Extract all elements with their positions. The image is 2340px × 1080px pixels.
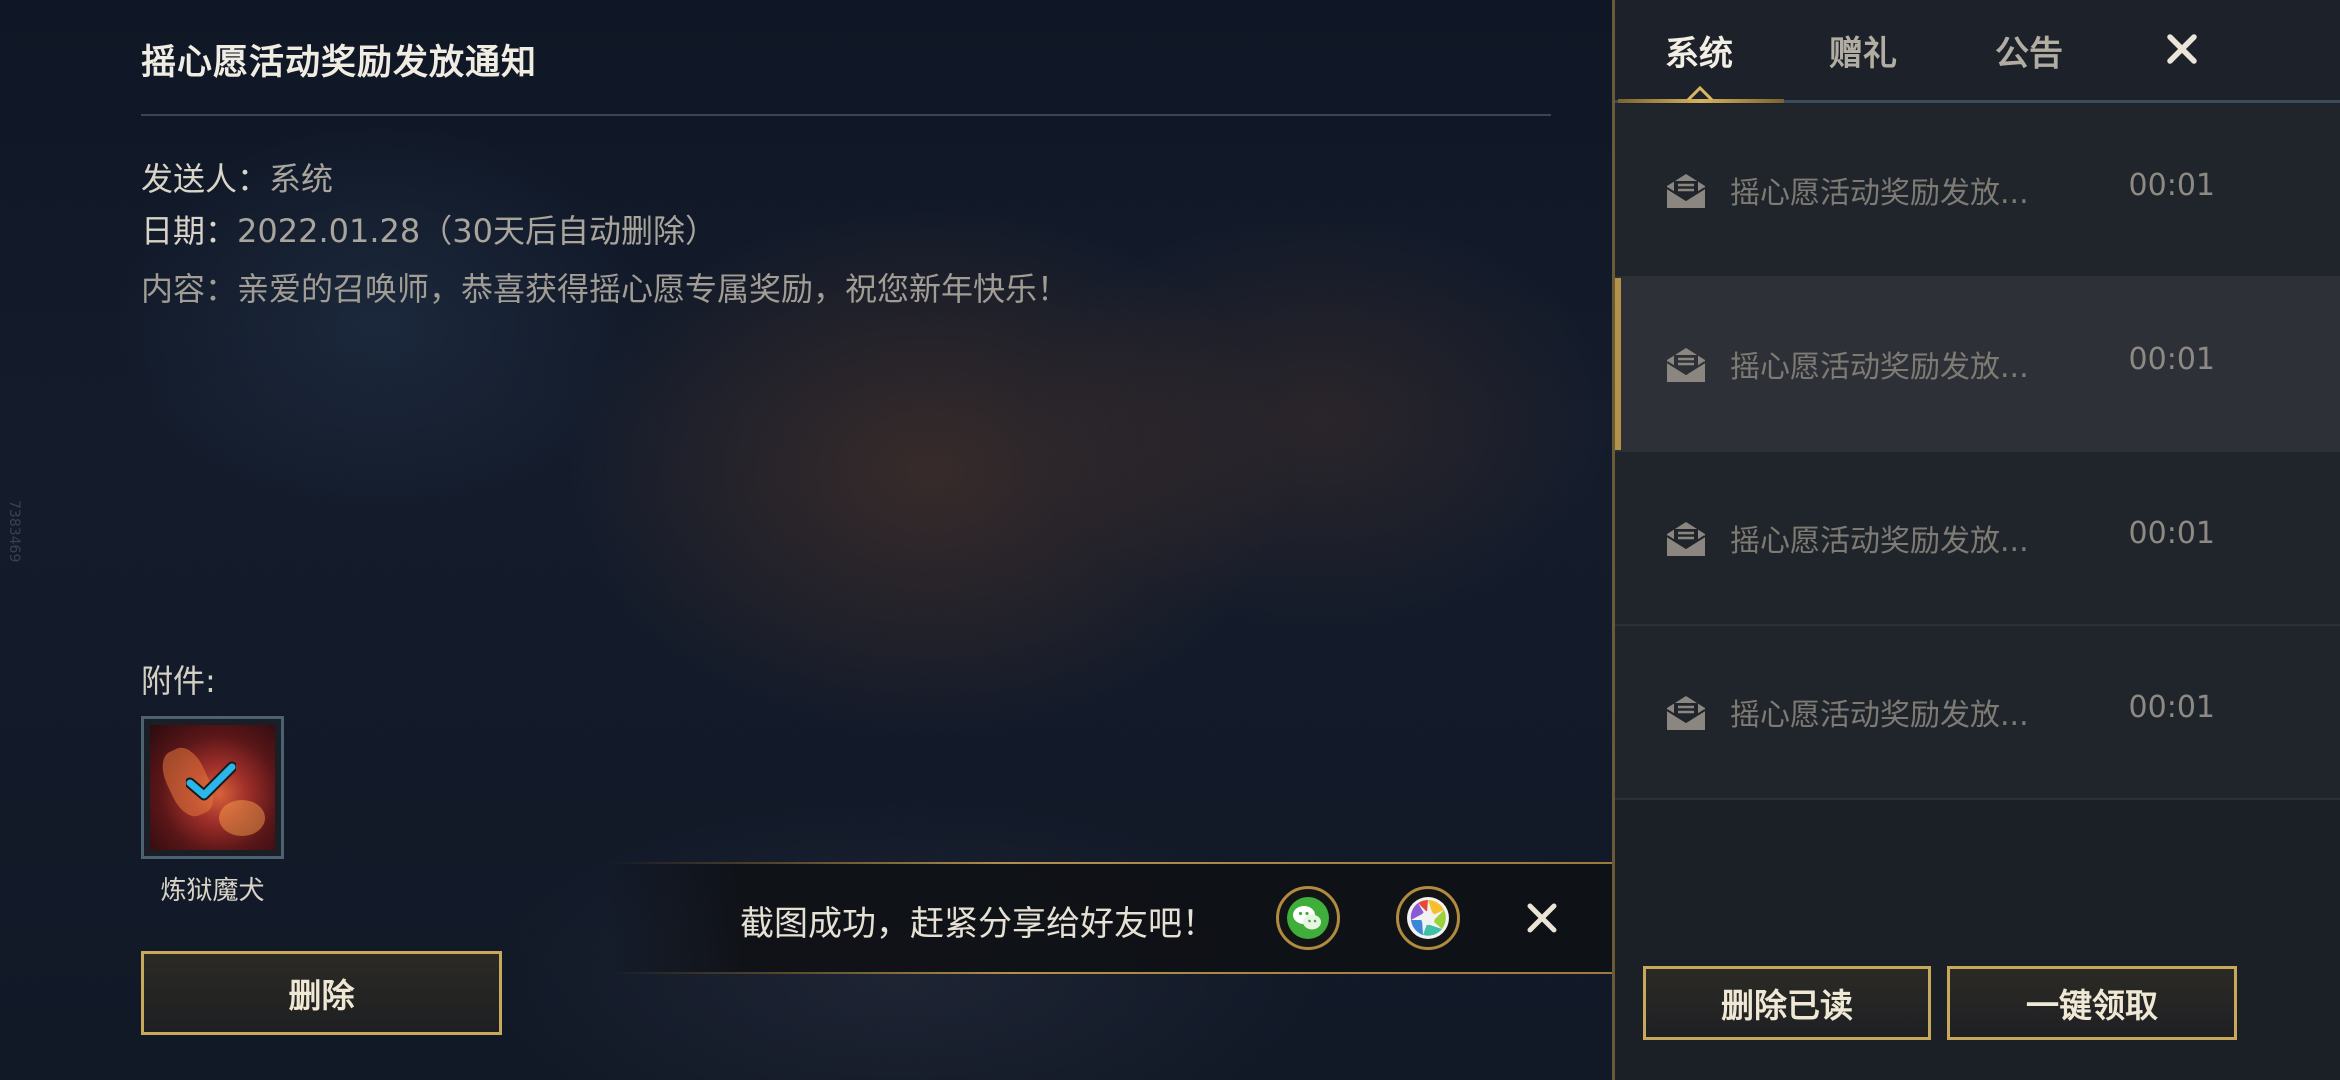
mailbox-sidebar: 系统 赠礼 公告 摇心愿活动奖励发放... 00:01 摇心愿活动奖励发放...… bbox=[1612, 0, 2340, 1080]
wechat-share-button[interactable] bbox=[1276, 886, 1340, 950]
content-line: 内容：亲爱的召唤师，恭喜获得摇心愿专属奖励，祝您新年快乐！ bbox=[141, 264, 1069, 310]
date-label: 日期： bbox=[141, 212, 238, 250]
tab-gift[interactable]: 赠礼 bbox=[1829, 26, 1897, 75]
screenshot-share-toast: 截图成功，赶紧分享给好友吧！ bbox=[606, 862, 1612, 974]
opened-envelope-icon bbox=[1666, 174, 1706, 208]
mail-list-item[interactable]: 摇心愿活动奖励发放... 00:01 bbox=[1615, 104, 2340, 278]
delete-read-button[interactable]: 删除已读 bbox=[1643, 966, 1931, 1040]
attachment-label: 附件: bbox=[141, 662, 216, 700]
date-value: 2022.01.28（30天后自动删除） bbox=[237, 212, 717, 250]
date-line: 日期：2022.01.28（30天后自动删除） bbox=[141, 206, 717, 252]
opened-envelope-icon bbox=[1666, 348, 1706, 382]
mail-subject: 摇心愿活动奖励发放... bbox=[1730, 350, 2029, 385]
toast-close-icon[interactable] bbox=[1520, 896, 1564, 940]
attachment-name: 炼狱魔犬 bbox=[160, 876, 265, 906]
content-value: 亲爱的召唤师，恭喜获得摇心愿专属奖励，祝您新年快乐！ bbox=[237, 270, 1070, 308]
mail-time: 00:01 bbox=[2128, 516, 2215, 551]
mail-list-item[interactable]: 摇心愿活动奖励发放... 00:01 bbox=[1615, 452, 2340, 626]
claimed-check-icon bbox=[186, 761, 236, 801]
delete-button[interactable]: 删除 bbox=[141, 951, 502, 1035]
tab-system[interactable]: 系统 bbox=[1665, 26, 1733, 75]
mail-list-item-selected[interactable]: 摇心愿活动奖励发放... 00:01 bbox=[1615, 278, 2340, 452]
opened-envelope-icon bbox=[1666, 696, 1706, 730]
content-label: 内容： bbox=[141, 270, 238, 308]
wechat-icon bbox=[1287, 897, 1329, 939]
sender-value: 系统 bbox=[269, 160, 334, 198]
close-mailbox-icon[interactable] bbox=[2163, 30, 2201, 68]
attachment-item[interactable] bbox=[141, 716, 284, 859]
mail-title: 摇心愿活动奖励发放通知 bbox=[141, 43, 538, 83]
title-divider bbox=[141, 114, 1551, 116]
moments-icon bbox=[1407, 897, 1449, 939]
mailbox-tabs: 系统 赠礼 公告 bbox=[1615, 0, 2340, 104]
toast-message: 截图成功，赶紧分享给好友吧！ bbox=[740, 904, 1216, 944]
moments-share-button[interactable] bbox=[1396, 886, 1460, 950]
claim-all-button[interactable]: 一键领取 bbox=[1947, 966, 2237, 1040]
mail-time: 00:01 bbox=[2128, 168, 2215, 203]
mail-time: 00:01 bbox=[2128, 690, 2215, 725]
mail-subject: 摇心愿活动奖励发放... bbox=[1730, 176, 2029, 211]
tab-notice[interactable]: 公告 bbox=[1995, 26, 2063, 75]
mail-time: 00:01 bbox=[2128, 342, 2215, 377]
mail-list-item[interactable]: 摇心愿活动奖励发放... 00:01 bbox=[1615, 626, 2340, 800]
active-tab-pointer-icon bbox=[1687, 86, 1713, 100]
opened-envelope-icon bbox=[1666, 522, 1706, 556]
sender-line: 发送人：系统 bbox=[141, 154, 333, 200]
mail-list: 摇心愿活动奖励发放... 00:01 摇心愿活动奖励发放... 00:01 摇心… bbox=[1615, 104, 2340, 800]
mail-subject: 摇心愿活动奖励发放... bbox=[1730, 524, 2029, 559]
sender-label: 发送人： bbox=[141, 160, 270, 198]
mail-subject: 摇心愿活动奖励发放... bbox=[1730, 698, 2029, 733]
